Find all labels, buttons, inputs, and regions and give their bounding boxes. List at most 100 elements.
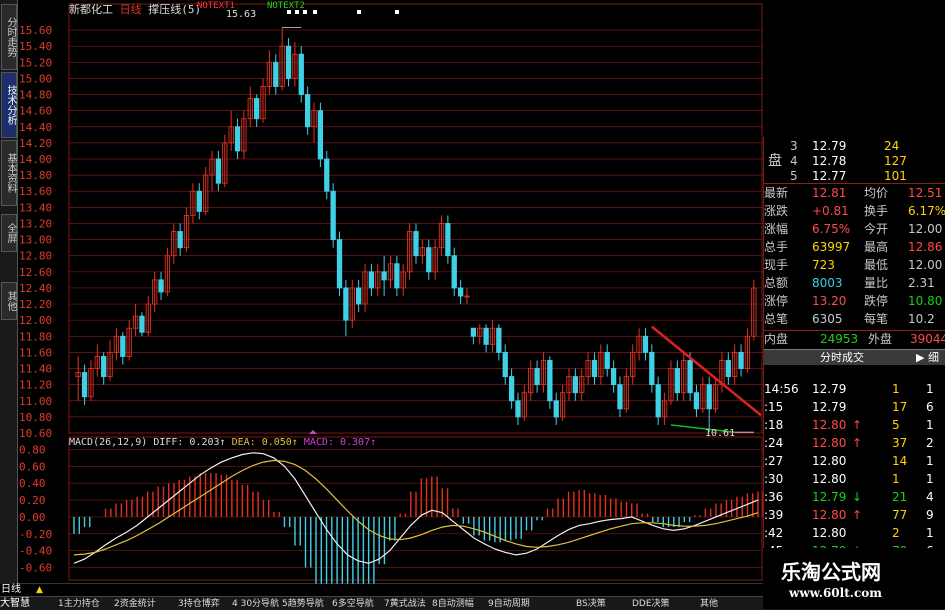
candle-body xyxy=(254,98,260,120)
chart-area[interactable]: 15.60 15.40 15.20 15.00 14.80 14.60 14.40 14.20… xyxy=(17,0,763,600)
tick-time: :30 xyxy=(764,472,784,486)
quote-row: 总笔 6305 每笔 10.2 xyxy=(764,310,945,328)
period-button[interactable]: 日线 xyxy=(1,584,21,596)
quote-label: 今开 xyxy=(864,222,889,236)
quote-value: 12.00 xyxy=(908,258,943,272)
tick-row: :15 12.79 17 6 xyxy=(764,398,945,416)
price-tick-label: 11.80 xyxy=(19,330,52,343)
quote-label: 现手 xyxy=(764,258,789,272)
tick-volume: 17 xyxy=(892,400,908,414)
macd-tick-label: -0.20 xyxy=(19,528,52,541)
macd-tick-label: 0.20 xyxy=(19,494,46,507)
candle-body xyxy=(285,45,292,79)
candle-body xyxy=(215,158,222,184)
notext2-label: NOTEXT2 xyxy=(267,1,305,11)
tab-technical-analysis[interactable]: 技术分析 xyxy=(1,72,17,138)
formula-tab[interactable]: 9自动周期 xyxy=(488,598,530,610)
quote-value: 6305 xyxy=(812,312,843,326)
quote-row: 总手 63997 最高 12.86 xyxy=(764,238,945,256)
macd-tick-label: 0.40 xyxy=(19,477,46,490)
tick-count: 9 xyxy=(926,508,934,522)
candle-body xyxy=(655,384,661,418)
tick-volume: 5 xyxy=(892,418,900,432)
resistance-trendline xyxy=(651,325,762,417)
timeline-bar: 日线 ▲ xyxy=(0,584,763,596)
tick-volume: 1 xyxy=(892,472,900,486)
tick-row: :42 12.80 2 1 xyxy=(764,524,945,542)
tick-direction-icon: ↓ xyxy=(852,490,863,504)
quote-label: 涨停 xyxy=(764,294,789,308)
formula-tab[interactable]: 8自动测幅 xyxy=(432,598,474,610)
formula-tab[interactable]: 其他 xyxy=(700,598,718,610)
candle-body xyxy=(317,110,324,160)
tab-fullscreen[interactable]: 全屏 xyxy=(1,214,17,252)
macd-diff: DIFF: 0.203↑ xyxy=(153,437,226,448)
candle-body xyxy=(706,384,712,410)
ticks-detail-button[interactable]: ▶ 细 xyxy=(916,350,939,365)
formula-tab[interactable]: 5趋势导航 xyxy=(282,598,324,610)
candle-body xyxy=(426,247,432,273)
formula-tab[interactable]: 3持仓博弈 xyxy=(178,598,220,610)
ticks-header[interactable]: 分时成交 ▶ 细 xyxy=(764,349,945,365)
watermark: 乐淘公式网 www.60lt.com xyxy=(763,548,945,609)
tick-count: 1 xyxy=(926,472,934,486)
quote-label: 最高 xyxy=(864,240,889,254)
price-tick-label: 11.40 xyxy=(19,363,52,376)
candle-body xyxy=(617,384,623,410)
price-tick-label: 11.60 xyxy=(19,346,52,359)
quote-label: 涨跌 xyxy=(764,204,789,218)
price-tick-label: 15.60 xyxy=(19,24,52,37)
app-logo: 大智慧 xyxy=(0,598,30,609)
quote-label: 每笔 xyxy=(864,312,889,326)
quote-row: 涨停 13.20 跌停 10.80 xyxy=(764,292,945,310)
price-tick-label: 12.00 xyxy=(19,314,52,327)
formula-tab[interactable]: 1主力持仓 xyxy=(58,598,100,610)
tick-time: :39 xyxy=(764,508,784,522)
ticks-title[interactable]: 分时成交 xyxy=(820,350,864,365)
tick-direction-icon: ↑ xyxy=(852,436,863,450)
tick-price: 12.80 xyxy=(812,526,847,540)
quote-value: 723 xyxy=(812,258,835,272)
left-tab-strip: 分时走势 技术分析 基本资料 全屏 其他 xyxy=(0,0,18,584)
quote-value: 13.20 xyxy=(812,294,847,308)
formula-tab[interactable]: DDE决策 xyxy=(632,598,670,610)
candle-body xyxy=(81,372,88,398)
price-tick-label: 13.20 xyxy=(19,217,52,230)
watermark-title: 乐淘公式网 xyxy=(781,560,881,584)
candle-body xyxy=(470,327,477,337)
price-tick-label: 15.40 xyxy=(19,40,52,53)
tick-row: :36 12.79 ↓ 21 4 xyxy=(764,488,945,506)
price-tick-label: 12.60 xyxy=(19,266,52,279)
quote-label: 量比 xyxy=(864,276,889,290)
quote-value: 6.75% xyxy=(812,222,851,236)
price-tick-label: 13.00 xyxy=(19,234,52,247)
price-tick-label: 11.20 xyxy=(19,379,52,392)
candle-body xyxy=(177,231,183,249)
tick-price: 12.80 xyxy=(812,436,847,450)
tab-fundamentals[interactable]: 基本资料 xyxy=(1,140,17,206)
tab-intraday[interactable]: 分时走势 xyxy=(1,4,17,70)
formula-tab[interactable]: 2资金统计 xyxy=(114,598,156,610)
chart-canvas[interactable]: 15.60 15.40 15.20 15.00 14.80 14.60 14.40 14.20… xyxy=(17,0,763,600)
candle-body xyxy=(508,376,515,402)
quote-label: 总额 xyxy=(764,276,789,290)
tick-time: :24 xyxy=(764,436,784,450)
tick-volume: 21 xyxy=(892,490,908,504)
peak-price-label: 15.63 xyxy=(226,9,257,20)
tick-price: 12.80 xyxy=(812,454,847,468)
signal-marker xyxy=(395,10,399,14)
formula-tab[interactable]: 4 30分导航 xyxy=(232,598,279,610)
low-price-label: 10.61 xyxy=(705,428,736,439)
formula-tab[interactable]: 6多空导航 xyxy=(332,598,374,610)
formula-tab[interactable]: BS决策 xyxy=(576,598,606,610)
signal-marker xyxy=(357,10,361,14)
candle-body xyxy=(591,360,598,378)
macd-tick-label: 0.00 xyxy=(19,511,46,524)
macd-value: MACD: 0.307↑ xyxy=(303,437,377,448)
period-label: 日线 xyxy=(119,3,142,16)
macd-tick-label: -0.60 xyxy=(19,562,52,575)
quote-value: 12.51 xyxy=(908,186,943,200)
tab-other[interactable]: 其他 xyxy=(1,282,17,320)
tick-price: 12.79 xyxy=(812,382,847,396)
formula-tab[interactable]: 7黄式战法 xyxy=(384,598,426,610)
